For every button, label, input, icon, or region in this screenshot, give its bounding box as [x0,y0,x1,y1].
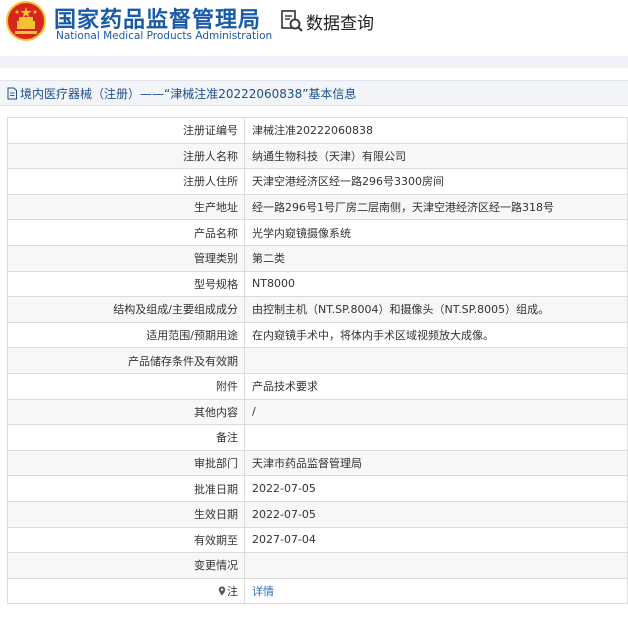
table-row: 注册人名称 纳通生物科技（天津）有限公司 [7,142,628,170]
row-label: 结构及组成/主要组成成分 [7,296,245,323]
row-label: 注册人住所 [7,168,245,195]
table-row: 管理类别 第二类 [7,244,628,272]
table-row: 型号规格 NT8000 [7,270,628,298]
row-value: 由控制主机（NT.SP.8004）和摄像头（NT.SP.8005）组成。 [244,296,628,323]
row-label: 管理类别 [7,244,245,272]
document-search-icon [281,10,303,32]
note-label: 注 [227,584,238,598]
site-header: 国家药品监督管理局 National Medical Products Admi… [0,0,628,56]
row-label: 注 [7,577,245,605]
site-subtitle: National Medical Products Administration [56,30,273,42]
row-label: 有效期至 [7,526,245,554]
breadcrumb: 境内医疗器械（注册）——“津械注准20222060838”基本信息 [0,80,628,106]
table-row: 有效期至 2027-07-04 [7,526,628,554]
row-value: 第二类 [244,244,628,272]
row-label: 变更情况 [7,552,245,579]
table-row: 注册人住所 天津空港经济区经一路296号3300房间 [7,168,628,195]
table-row: 生效日期 2022-07-05 [7,500,628,528]
row-value: 详情 [244,577,628,605]
table-row: 结构及组成/主要组成成分 由控制主机（NT.SP.8004）和摄像头（NT.SP.… [7,296,628,323]
row-value: 2022-07-05 [244,475,628,502]
data-query-label: 数据查询 [306,13,374,34]
row-label: 生产地址 [7,193,245,221]
row-label: 产品储存条件及有效期 [7,347,245,374]
table-row: 审批部门 天津市药品监督管理局 [7,449,628,477]
row-value: 在内窥镜手术中，将体内手术区域视频放大成像。 [244,321,628,349]
row-value [244,347,628,374]
row-value [244,552,628,579]
table-row: 产品储存条件及有效期 [7,347,628,374]
row-value: NT8000 [244,270,628,298]
details-link[interactable]: 详情 [252,585,274,598]
row-value: 产品技术要求 [244,372,628,400]
document-icon [7,87,17,99]
row-label: 适用范围/预期用途 [7,321,245,349]
national-emblem-icon [6,1,46,41]
breadcrumb-text: 境内医疗器械（注册）——“津械注准20222060838”基本信息 [20,86,357,101]
table-row: 生产地址 经一路296号1号厂房二层南侧，天津空港经济区经一路318号 [7,193,628,221]
row-value: 纳通生物科技（天津）有限公司 [244,142,628,170]
row-value: 天津空港经济区经一路296号3300房间 [244,168,628,195]
row-label: 审批部门 [7,449,245,477]
row-label: 备注 [7,424,245,451]
registration-details-table: 注册证编号 津械注准20222060838 注册人名称 纳通生物科技（天津）有限公司… [7,117,628,605]
table-row: 注 详情 [7,577,628,605]
row-value: 天津市药品监督管理局 [244,449,628,477]
table-row: 产品名称 光学内窥镜摄像系统 [7,219,628,246]
row-label: 型号规格 [7,270,245,298]
data-query-link[interactable]: 数据查询 [280,8,374,34]
row-value: / [244,398,628,426]
map-pin-icon [218,586,226,596]
row-label: 附件 [7,372,245,400]
row-label: 批准日期 [7,475,245,502]
row-label: 生效日期 [7,500,245,528]
table-row: 注册证编号 津械注准20222060838 [7,117,628,144]
table-row: 适用范围/预期用途 在内窥镜手术中，将体内手术区域视频放大成像。 [7,321,628,349]
table-row: 附件 产品技术要求 [7,372,628,400]
row-value: 2027-07-04 [244,526,628,554]
row-value: 经一路296号1号厂房二层南侧，天津空港经济区经一路318号 [244,193,628,221]
header-divider [0,56,628,68]
row-label: 产品名称 [7,219,245,246]
row-label: 注册人名称 [7,142,245,170]
row-label: 注册证编号 [7,117,245,144]
row-value: 2022-07-05 [244,500,628,528]
row-value: 津械注准20222060838 [244,117,628,144]
row-value [244,424,628,451]
row-value: 光学内窥镜摄像系统 [244,219,628,246]
row-label: 其他内容 [7,398,245,426]
table-row: 其他内容 / [7,398,628,426]
table-row: 变更情况 [7,552,628,579]
table-row: 批准日期 2022-07-05 [7,475,628,502]
table-row: 备注 [7,424,628,451]
